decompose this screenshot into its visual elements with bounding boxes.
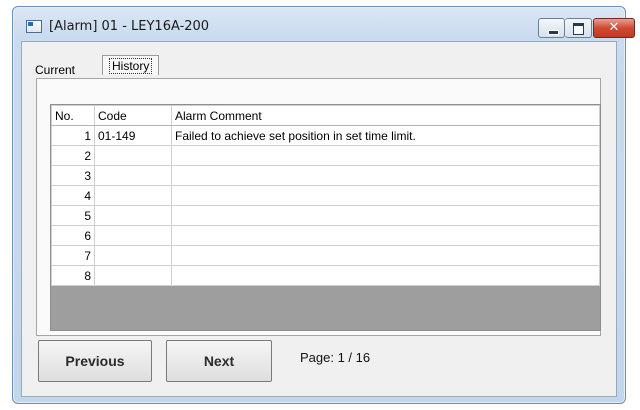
window-app-icon[interactable] — [26, 20, 42, 33]
table-row[interactable]: 3 — [51, 165, 600, 186]
window-title: [Alarm] 01 - LEY16A-200 — [49, 19, 210, 34]
row-number: 3 — [51, 165, 95, 186]
row-comment — [171, 165, 600, 186]
row-comment — [171, 265, 600, 286]
table-row[interactable]: 1 01-149 Failed to achieve set position … — [51, 125, 600, 146]
row-number: 6 — [51, 225, 95, 246]
row-comment — [171, 205, 600, 226]
window-client-area: Current History No. Code Alarm Comment 1… — [21, 41, 617, 397]
row-code — [94, 225, 172, 246]
previous-button[interactable]: Previous — [38, 340, 152, 382]
alarm-history-grid[interactable]: No. Code Alarm Comment 1 01-149 Failed t… — [50, 104, 601, 331]
column-header-code[interactable]: Code — [94, 105, 172, 126]
row-number: 8 — [51, 265, 95, 286]
row-code — [94, 205, 172, 226]
maximize-button[interactable] — [565, 18, 592, 38]
table-header-row: No. Code Alarm Comment — [51, 105, 600, 126]
tab-history-label: History — [109, 58, 153, 74]
row-code — [94, 185, 172, 206]
row-code — [94, 245, 172, 266]
column-header-no[interactable]: No. — [51, 105, 95, 126]
row-code: 01-149 — [94, 125, 172, 146]
close-button[interactable]: ✕ — [593, 18, 635, 38]
row-number: 2 — [51, 145, 95, 166]
row-comment — [171, 245, 600, 266]
table-row[interactable]: 6 — [51, 225, 600, 246]
title-bar[interactable]: [Alarm] 01 - LEY16A-200 ✕ — [13, 7, 635, 41]
row-number: 7 — [51, 245, 95, 266]
tab-history[interactable]: History — [102, 55, 160, 75]
row-number: 4 — [51, 185, 95, 206]
row-comment — [171, 225, 600, 246]
row-code — [94, 145, 172, 166]
alarm-table: No. Code Alarm Comment 1 01-149 Failed t… — [51, 105, 600, 286]
table-row[interactable]: 4 — [51, 185, 600, 206]
table-row[interactable]: 8 — [51, 265, 600, 286]
tab-current[interactable]: Current — [35, 63, 75, 77]
history-tab-panel: No. Code Alarm Comment 1 01-149 Failed t… — [36, 78, 601, 336]
page-indicator: Page: 1 / 16 — [300, 350, 371, 365]
minimize-button[interactable] — [538, 18, 565, 38]
minimize-icon — [548, 30, 559, 35]
maximize-icon — [573, 23, 584, 35]
row-code — [94, 165, 172, 186]
column-header-alarm-comment[interactable]: Alarm Comment — [171, 105, 600, 126]
row-comment: Failed to achieve set position in set ti… — [171, 125, 600, 146]
table-row[interactable]: 2 — [51, 145, 600, 166]
close-icon: ✕ — [608, 20, 620, 35]
table-row[interactable]: 5 — [51, 205, 600, 226]
row-code — [94, 265, 172, 286]
table-row[interactable]: 7 — [51, 245, 600, 266]
tab-strip: Current History — [22, 42, 616, 77]
row-comment — [171, 185, 600, 206]
next-button[interactable]: Next — [166, 340, 272, 382]
row-number: 5 — [51, 205, 95, 226]
alarm-window: [Alarm] 01 - LEY16A-200 ✕ Current Histor… — [12, 6, 635, 404]
row-number: 1 — [51, 125, 95, 146]
row-comment — [171, 145, 600, 166]
